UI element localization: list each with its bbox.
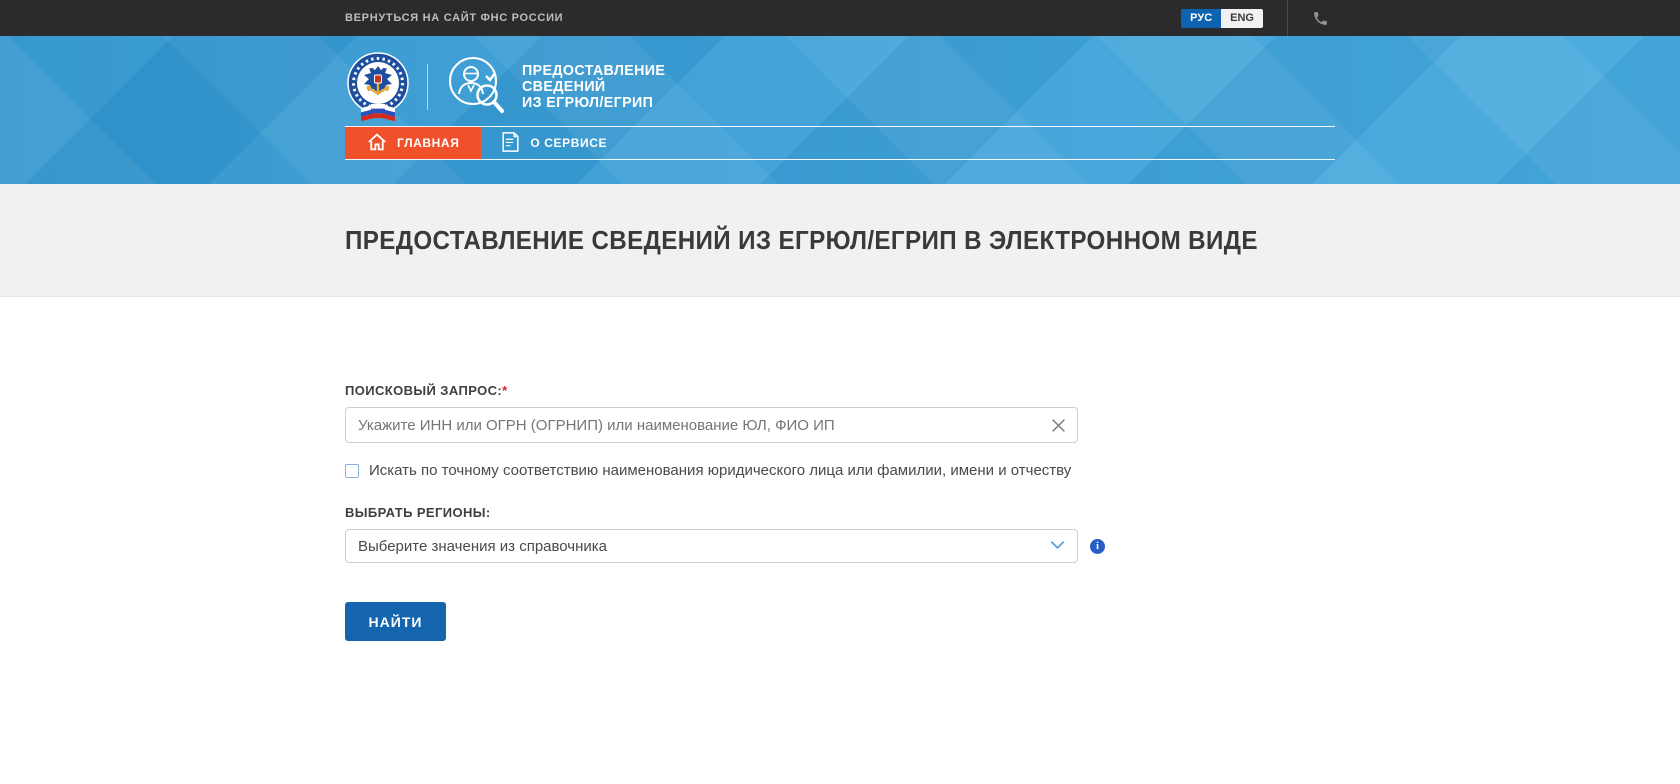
query-label: ПОИСКОВЫЙ ЗАПРОС:* xyxy=(345,383,508,398)
required-asterisk: * xyxy=(502,383,508,398)
fns-emblem-icon[interactable] xyxy=(345,52,411,122)
regions-select-placeholder: Выберите значения из справочника xyxy=(358,537,608,555)
nav-tab-about[interactable]: О СЕРВИСЕ xyxy=(481,127,627,159)
lang-eng-button[interactable]: ENG xyxy=(1221,8,1263,28)
back-to-fns-link[interactable]: ВЕРНУТЬСЯ НА САЙТ ФНС РОССИИ xyxy=(345,12,563,24)
exact-match-checkbox[interactable] xyxy=(345,463,359,478)
topbar: ВЕРНУТЬСЯ НА САЙТ ФНС РОССИИ РУС ENG xyxy=(0,0,1680,36)
search-form: ПОИСКОВЫЙ ЗАПРОС:* Искать по точному соо… xyxy=(345,297,1335,641)
service-title-line2: СВЕДЕНИЙ xyxy=(522,78,606,95)
service-title-line3: ИЗ ЕГРЮЛ/ЕГРИП xyxy=(522,94,654,111)
language-switch: РУС ENG xyxy=(1181,8,1263,28)
topbar-separator xyxy=(1287,0,1288,36)
home-icon xyxy=(367,132,387,154)
logo-row: ПРЕДОСТАВЛЕНИЕ СВЕДЕНИЙ ИЗ ЕГРЮЛ/ЕГРИП xyxy=(345,48,1335,126)
page-title: ПРЕДОСТАВЛЕНИЕ СВЕДЕНИЙ ИЗ ЕГРЮЛ/ЕГРИП В… xyxy=(345,224,1258,255)
service-logo-icon xyxy=(446,54,506,121)
info-icon[interactable]: i xyxy=(1090,538,1105,554)
service-title: ПРЕДОСТАВЛЕНИЕ СВЕДЕНИЙ ИЗ ЕГРЮЛ/ЕГРИП xyxy=(522,63,665,111)
document-icon xyxy=(501,131,520,156)
regions-select[interactable]: Выберите значения из справочника xyxy=(345,529,1078,563)
nav-tab-about-label: О СЕРВИСЕ xyxy=(530,136,608,150)
nav-tab-home-label: ГЛАВНАЯ xyxy=(397,136,460,150)
logo-divider xyxy=(427,64,428,110)
nav-tab-home[interactable]: ГЛАВНАЯ xyxy=(345,127,482,159)
search-input[interactable] xyxy=(345,407,1078,443)
exact-match-label: Искать по точному соответствию наименова… xyxy=(369,462,1072,479)
exact-match-row[interactable]: Искать по точному соответствию наименова… xyxy=(345,462,1335,479)
clear-input-icon[interactable] xyxy=(1049,416,1067,434)
chevron-down-icon xyxy=(1050,537,1065,555)
topbar-right: РУС ENG xyxy=(1181,0,1335,36)
title-band: ПРЕДОСТАВЛЕНИЕ СВЕДЕНИЙ ИЗ ЕГРЮЛ/ЕГРИП В… xyxy=(0,184,1680,297)
main-nav: ГЛАВНАЯ О СЕРВИСЕ xyxy=(345,126,1335,160)
query-input-wrap xyxy=(345,407,1078,443)
search-submit-button[interactable]: НАЙТИ xyxy=(345,602,446,641)
phone-icon[interactable] xyxy=(1312,10,1329,27)
regions-label: ВЫБРАТЬ РЕГИОНЫ: xyxy=(345,505,491,520)
service-title-line1: ПРЕДОСТАВЛЕНИЕ xyxy=(522,62,666,79)
lang-rus-button[interactable]: РУС xyxy=(1181,8,1222,28)
regions-select-row: Выберите значения из справочника i xyxy=(345,529,1335,563)
header: ПРЕДОСТАВЛЕНИЕ СВЕДЕНИЙ ИЗ ЕГРЮЛ/ЕГРИП Г… xyxy=(0,36,1680,184)
